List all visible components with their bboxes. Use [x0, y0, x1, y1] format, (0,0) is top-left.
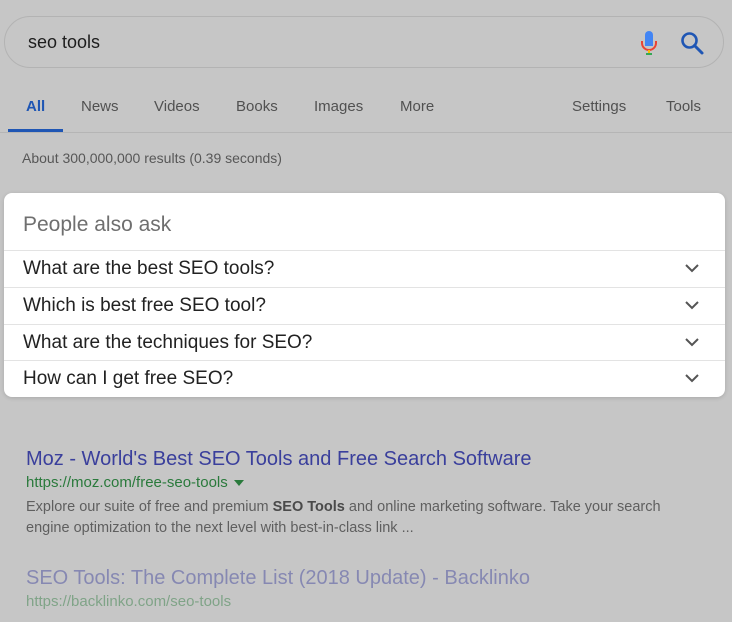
tab-tools[interactable]: Tools [666, 98, 701, 115]
paa-question: What are the best SEO tools? [23, 258, 275, 279]
paa-question: Which is best free SEO tool? [23, 295, 266, 316]
paa-question-row[interactable]: What are the techniques for SEO? [4, 324, 725, 360]
paa-question-row[interactable]: How can I get free SEO? [4, 360, 725, 396]
tab-all[interactable]: All [26, 98, 45, 115]
url-dropdown-caret-icon[interactable] [233, 480, 244, 487]
result-url-text[interactable]: https://backlinko.com/seo-tools [26, 593, 231, 610]
tab-books[interactable]: Books [236, 98, 278, 115]
result-url-text[interactable]: https://moz.com/free-seo-tools [26, 474, 228, 491]
snippet-highlight: SEO Tools [272, 499, 345, 515]
search-tabs: All News Videos Books Images More Settin… [0, 98, 732, 134]
chevron-down-icon [685, 301, 699, 310]
result-title-link[interactable]: Moz - World's Best SEO Tools and Free Se… [26, 448, 532, 471]
tab-images[interactable]: Images [314, 98, 363, 115]
result-title-link[interactable]: SEO Tools: The Complete List (2018 Updat… [26, 567, 530, 590]
chevron-down-icon [685, 338, 699, 347]
paa-question: How can I get free SEO? [23, 368, 234, 389]
chevron-down-icon [685, 264, 699, 273]
paa-question-row[interactable]: What are the best SEO tools? [4, 250, 725, 286]
search-input[interactable]: seo tools [28, 32, 100, 53]
results-stats: About 300,000,000 results (0.39 seconds) [22, 150, 282, 166]
snippet-text: Explore our suite of free and premium [26, 499, 273, 515]
result-url: https://moz.com/free-seo-tools [26, 474, 244, 491]
microphone-icon[interactable] [637, 29, 661, 57]
chevron-down-icon [685, 374, 699, 383]
paa-question-row[interactable]: Which is best free SEO tool? [4, 287, 725, 323]
tab-more[interactable]: More [400, 98, 434, 115]
result-url: https://backlinko.com/seo-tools [26, 593, 231, 610]
search-bar[interactable]: seo tools [4, 16, 724, 68]
tab-news[interactable]: News [81, 98, 119, 115]
people-also-ask-title: People also ask [23, 213, 172, 236]
tabs-divider [0, 132, 732, 133]
tab-videos[interactable]: Videos [154, 98, 200, 115]
people-also-ask-card: People also ask What are the best SEO to… [4, 193, 725, 397]
result-snippet: Explore our suite of free and premium SE… [26, 497, 706, 539]
search-icon[interactable] [679, 30, 705, 56]
paa-question: What are the techniques for SEO? [23, 332, 313, 353]
tab-settings[interactable]: Settings [572, 98, 626, 115]
